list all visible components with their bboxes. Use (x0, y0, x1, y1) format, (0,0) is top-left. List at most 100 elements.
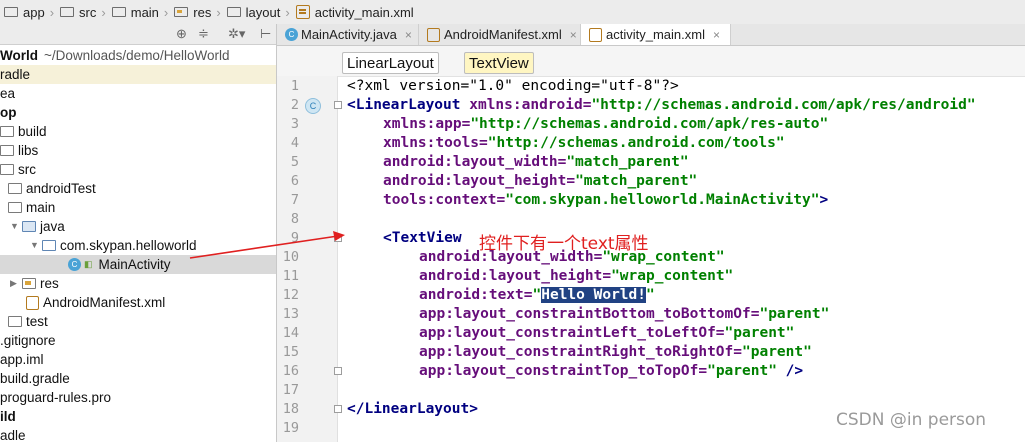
line-number: 19 (282, 420, 299, 436)
chevron-down-icon[interactable]: ▼ (30, 236, 40, 255)
selected-text[interactable]: Hello World! (541, 287, 646, 303)
line-number: 6 (290, 173, 299, 189)
line-number: 7 (290, 192, 299, 208)
tree-item-package[interactable]: ▼ com.skypan.helloworld (0, 236, 276, 255)
target-icon[interactable]: ⊕ (176, 27, 187, 41)
line-number: 4 (290, 135, 299, 151)
tree-item-androidtest[interactable]: androidTest (0, 179, 276, 198)
gutter-divider (337, 76, 338, 442)
hide-icon[interactable]: ⊢ (260, 27, 271, 41)
code-line-13[interactable]: app:layout_constraintBottom_toBottomOf="… (419, 305, 829, 324)
folder-icon (8, 202, 22, 213)
breadcrumb-src[interactable]: src › (56, 0, 108, 24)
code-line-4[interactable]: xmlns:tools="http://schemas.android.com/… (383, 134, 785, 153)
line-number: 8 (290, 211, 299, 227)
code-line-3[interactable]: xmlns:app="http://schemas.android.com/ap… (383, 115, 828, 134)
code-line-14[interactable]: app:layout_constraintLeft_toLeftOf="pare… (419, 324, 794, 343)
breadcrumb-file[interactable]: activity_main.xml (292, 0, 416, 24)
package-icon (42, 240, 56, 251)
code-line-11[interactable]: android:layout_height="wrap_content" (419, 267, 733, 286)
tree-item-src[interactable]: src (0, 160, 276, 179)
res-folder-icon (22, 278, 36, 289)
tab-activity-main[interactable]: activity_main.xml × (581, 24, 731, 45)
code-line-1[interactable]: <?xml version="1.0" encoding="utf-8"?> (347, 77, 679, 96)
tree-item-project[interactable]: World ~/Downloads/demo/HelloWorld (0, 46, 276, 65)
chevron-down-icon[interactable]: ▼ (10, 217, 20, 236)
breadcrumb-res[interactable]: res › (170, 0, 222, 24)
gear-icon[interactable]: ✲▾ (228, 27, 245, 41)
folder-icon (8, 316, 22, 327)
tree-item-build[interactable]: build (0, 122, 276, 141)
tree-item-build-root[interactable]: ild (0, 407, 276, 426)
tab-androidmanifest[interactable]: AndroidManifest.xml × (419, 24, 581, 45)
structure-linearlayout[interactable]: LinearLayout (342, 52, 439, 74)
collapse-icon[interactable]: ≑ (198, 27, 209, 41)
line-number: 2 (290, 97, 299, 113)
tree-item-gitignore[interactable]: .gitignore (0, 331, 276, 350)
tree-item-proguard[interactable]: proguard-rules.pro (0, 388, 276, 407)
line-number: 15 (282, 344, 299, 360)
tree-item-java[interactable]: ▼ java (0, 217, 276, 236)
line-number: 17 (282, 382, 299, 398)
breadcrumb-layout[interactable]: layout › (223, 0, 292, 24)
tree-item-idea[interactable]: ea (0, 84, 276, 103)
folder-icon (8, 183, 22, 194)
tree-item-res[interactable]: ▶ res (0, 274, 276, 293)
structure-textview[interactable]: TextView (464, 52, 534, 74)
code-line-9[interactable]: <TextView (383, 229, 462, 248)
tree-item-manifest[interactable]: AndroidManifest.xml (0, 293, 276, 312)
line-number: 11 (282, 268, 299, 284)
tree-item-test[interactable]: test (0, 312, 276, 331)
tree-item-app[interactable]: op (0, 103, 276, 122)
fold-toggle-icon[interactable] (334, 405, 342, 413)
tree-item-mainactivity[interactable]: C ◧ MainActivity (0, 255, 276, 274)
tree-item-libs[interactable]: libs (0, 141, 276, 160)
line-number: 5 (290, 154, 299, 170)
code-line-18[interactable]: </LinearLayout> (347, 400, 478, 419)
line-number: 14 (282, 325, 299, 341)
line-number: 3 (290, 116, 299, 132)
res-folder-icon (174, 7, 189, 17)
tree-item-gradle[interactable]: radle (0, 65, 276, 84)
source-folder-icon (22, 221, 36, 232)
breadcrumb-app[interactable]: app › (0, 0, 56, 24)
lock-icon: ◧ (84, 259, 93, 269)
chevron-right-icon[interactable]: ▶ (10, 274, 20, 293)
code-line-6[interactable]: android:layout_height="match_parent" (383, 172, 697, 191)
folder-icon (111, 7, 126, 17)
code-line-5[interactable]: android:layout_width="match_parent" (383, 153, 689, 172)
breadcrumb: app › src › main › res › layout › activity_ma… (0, 0, 1025, 25)
close-icon[interactable]: × (713, 28, 720, 42)
line-number: 9 (290, 230, 299, 246)
class-marker-icon[interactable]: C (305, 98, 321, 114)
tree-item-main[interactable]: main (0, 198, 276, 217)
close-icon[interactable]: × (405, 28, 412, 42)
folder-icon (60, 7, 75, 17)
close-icon[interactable]: × (570, 28, 577, 42)
tree-item-gradle-root[interactable]: adle (0, 426, 276, 442)
tree-item-appiml[interactable]: app.iml (0, 350, 276, 369)
xml-file-icon (427, 27, 440, 42)
code-line-16[interactable]: app:layout_constraintTop_toTopOf="parent… (419, 362, 803, 381)
fold-toggle-icon[interactable] (334, 234, 342, 242)
project-tree: World ~/Downloads/demo/HelloWorld radle e… (0, 45, 276, 442)
line-number: 1 (290, 78, 299, 94)
code-line-12[interactable]: android:text="Hello World!" (419, 286, 655, 305)
annotation-text: 控件下有一个text属性 (479, 234, 649, 254)
folder-icon (0, 145, 14, 156)
code-line-7[interactable]: tools:context="com.skypan.helloworld.Mai… (383, 191, 828, 210)
line-number: 10 (282, 249, 299, 265)
xml-file-icon (26, 295, 39, 310)
fold-toggle-icon[interactable] (334, 367, 342, 375)
project-toolbar: ⊕ ≑ ✲▾ ⊢ (0, 24, 276, 45)
code-line-15[interactable]: app:layout_constraintRight_toRightOf="pa… (419, 343, 812, 362)
watermark: CSDN @in person (836, 410, 987, 430)
class-icon: C (68, 258, 81, 271)
tab-mainactivity[interactable]: C MainActivity.java × (277, 24, 419, 45)
breadcrumb-main[interactable]: main › (108, 0, 171, 24)
code-line-2[interactable]: <LinearLayout xmlns:android="http://sche… (347, 96, 976, 115)
line-number: 12 (282, 287, 299, 303)
line-number: 18 (282, 401, 299, 417)
tree-item-buildgradle[interactable]: build.gradle (0, 369, 276, 388)
fold-toggle-icon[interactable] (334, 101, 342, 109)
